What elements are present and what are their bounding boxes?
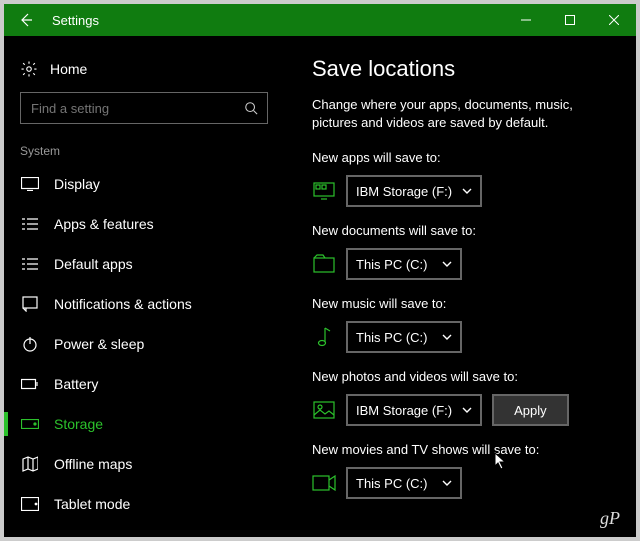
- section-label: System: [4, 138, 284, 164]
- page-description: Change where your apps, documents, music…: [312, 96, 612, 132]
- watermark: gP: [600, 508, 620, 529]
- power-icon: [20, 336, 40, 352]
- main-content: Save locations Change where your apps, d…: [284, 36, 636, 537]
- sidebar-item-power[interactable]: Power & sleep: [4, 324, 284, 364]
- sidebar-item-tablet-mode[interactable]: Tablet mode: [4, 484, 284, 524]
- documents-location-dropdown[interactable]: This PC (C:): [346, 248, 462, 280]
- window-title: Settings: [48, 13, 504, 28]
- setting-music: New music will save to: This PC (C:): [312, 296, 612, 353]
- sidebar-item-label: Display: [54, 176, 100, 192]
- sidebar-item-offline-maps[interactable]: Offline maps: [4, 444, 284, 484]
- photos-location-icon: [312, 401, 336, 419]
- dropdown-value: This PC (C:): [356, 330, 428, 345]
- setting-movies: New movies and TV shows will save to: Th…: [312, 442, 612, 499]
- setting-label: New music will save to:: [312, 296, 612, 311]
- document-location-icon: [312, 254, 336, 274]
- sidebar-item-apps[interactable]: Apps & features: [4, 204, 284, 244]
- sidebar-item-default-apps[interactable]: Default apps: [4, 244, 284, 284]
- setting-label: New movies and TV shows will save to:: [312, 442, 612, 457]
- photos-location-dropdown[interactable]: IBM Storage (F:): [346, 394, 482, 426]
- display-icon: [20, 177, 40, 191]
- home-button[interactable]: Home: [4, 52, 284, 92]
- apply-button[interactable]: Apply: [492, 394, 569, 426]
- sidebar-item-display[interactable]: Display: [4, 164, 284, 204]
- sidebar-item-label: Storage: [54, 416, 103, 432]
- search-input[interactable]: [20, 92, 268, 124]
- sidebar-item-label: Apps & features: [54, 216, 154, 232]
- sidebar-item-label: Tablet mode: [54, 496, 130, 512]
- setting-label: New documents will save to:: [312, 223, 612, 238]
- music-location-dropdown[interactable]: This PC (C:): [346, 321, 462, 353]
- settings-window: Settings Home: [4, 4, 636, 537]
- dropdown-value: This PC (C:): [356, 257, 428, 272]
- maximize-button[interactable]: [548, 4, 592, 36]
- notifications-icon: [20, 296, 40, 312]
- dropdown-value: IBM Storage (F:): [356, 403, 452, 418]
- arrow-left-icon: [18, 12, 34, 28]
- sidebar-item-label: Notifications & actions: [54, 296, 192, 312]
- setting-photos: New photos and videos will save to: IBM …: [312, 369, 612, 426]
- search-icon: [244, 101, 258, 115]
- back-button[interactable]: [4, 4, 48, 36]
- setting-label: New apps will save to:: [312, 150, 612, 165]
- gear-icon: [20, 60, 38, 78]
- chevron-down-icon: [442, 334, 452, 340]
- movies-location-icon: [312, 475, 336, 491]
- sidebar-item-label: Offline maps: [54, 456, 132, 472]
- maps-icon: [20, 456, 40, 472]
- minimize-button[interactable]: [504, 4, 548, 36]
- chevron-down-icon: [462, 407, 472, 413]
- sidebar: Home System Display Apps & features: [4, 36, 284, 537]
- chevron-down-icon: [442, 261, 452, 267]
- app-location-icon: [312, 182, 336, 200]
- page-title: Save locations: [312, 56, 612, 82]
- chevron-down-icon: [462, 188, 472, 194]
- sidebar-item-notifications[interactable]: Notifications & actions: [4, 284, 284, 324]
- setting-documents: New documents will save to: This PC (C:): [312, 223, 612, 280]
- home-label: Home: [50, 61, 87, 77]
- dropdown-value: This PC (C:): [356, 476, 428, 491]
- sidebar-item-label: Power & sleep: [54, 336, 144, 352]
- close-button[interactable]: [592, 4, 636, 36]
- apps-icon: [20, 217, 40, 231]
- tablet-icon: [20, 497, 40, 511]
- music-location-icon: [312, 326, 336, 348]
- sidebar-item-label: Battery: [54, 376, 98, 392]
- sidebar-item-battery[interactable]: Battery: [4, 364, 284, 404]
- battery-icon: [20, 378, 40, 390]
- dropdown-value: IBM Storage (F:): [356, 184, 452, 199]
- sidebar-item-label: Default apps: [54, 256, 133, 272]
- chevron-down-icon: [442, 480, 452, 486]
- titlebar: Settings: [4, 4, 636, 36]
- close-icon: [609, 15, 619, 25]
- default-apps-icon: [20, 257, 40, 271]
- apps-location-dropdown[interactable]: IBM Storage (F:): [346, 175, 482, 207]
- maximize-icon: [565, 15, 575, 25]
- setting-label: New photos and videos will save to:: [312, 369, 612, 384]
- sidebar-item-storage[interactable]: Storage: [4, 404, 284, 444]
- storage-icon: [20, 419, 40, 429]
- movies-location-dropdown[interactable]: This PC (C:): [346, 467, 462, 499]
- setting-apps: New apps will save to: IBM Storage (F:): [312, 150, 612, 207]
- minimize-icon: [521, 15, 531, 25]
